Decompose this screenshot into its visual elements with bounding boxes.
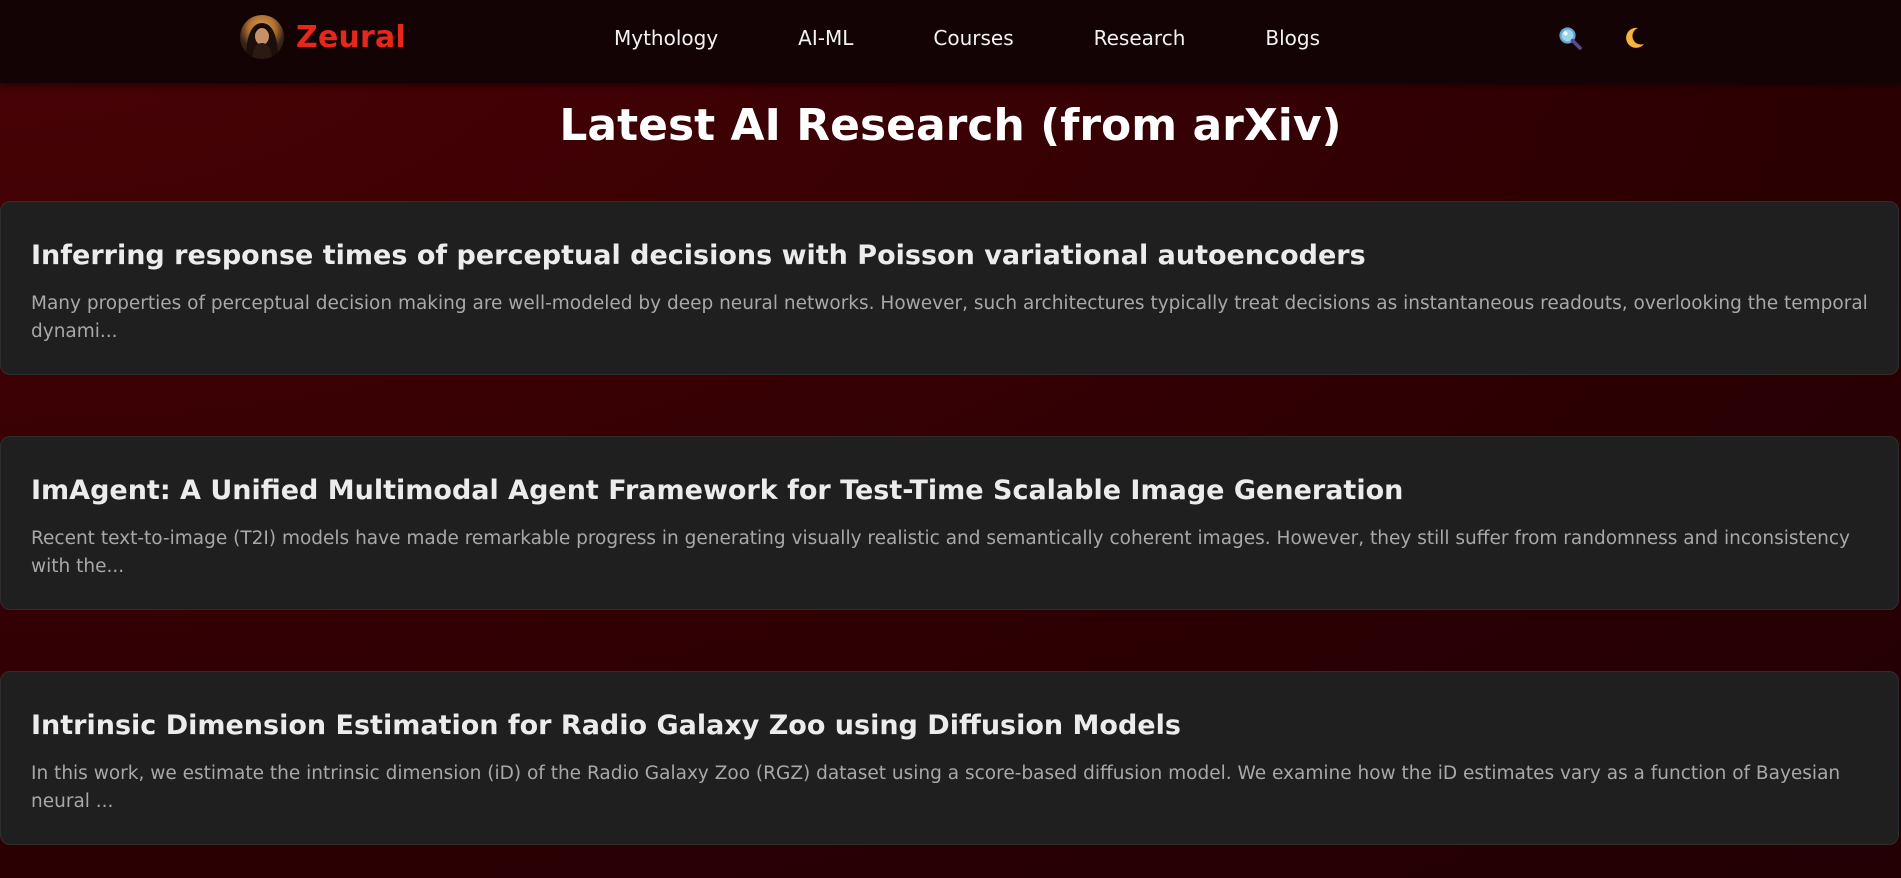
- paper-card[interactable]: Inferring response times of perceptual d…: [0, 201, 1899, 375]
- nav-link-research[interactable]: Research: [1094, 26, 1186, 50]
- brand-logo-link[interactable]: Zeural: [240, 14, 406, 60]
- moon-icon: [1626, 27, 1644, 48]
- paper-summary: In this work, we estimate the intrinsic …: [31, 763, 1841, 812]
- navbar: Zeural Mythology AI-ML Courses Research …: [0, 0, 1901, 83]
- avatar-logo-icon: [240, 15, 284, 59]
- nav-link-mythology[interactable]: Mythology: [614, 26, 718, 50]
- main-nav: Mythology AI-ML Courses Research Blogs: [614, 23, 1320, 53]
- theme-toggle-button[interactable]: [1619, 22, 1649, 54]
- paper-card[interactable]: ImAgent: A Unified Multimodal Agent Fram…: [0, 436, 1899, 610]
- search-icon: [1559, 27, 1582, 50]
- nav-link-blogs[interactable]: Blogs: [1265, 26, 1320, 50]
- paper-title[interactable]: Inferring response times of perceptual d…: [31, 236, 1868, 276]
- paper-summary: Many properties of perceptual decision m…: [31, 293, 1868, 342]
- paper-title[interactable]: ImAgent: A Unified Multimodal Agent Fram…: [31, 471, 1868, 511]
- page-title: Latest AI Research (from arXiv): [559, 100, 1342, 151]
- nav-link-ai-ml[interactable]: AI-ML: [798, 26, 853, 50]
- paper-title[interactable]: Intrinsic Dimension Estimation for Radio…: [31, 706, 1868, 746]
- paper-card[interactable]: Intrinsic Dimension Estimation for Radio…: [0, 671, 1899, 845]
- paper-summary: Recent text-to-image (T2I) models have m…: [31, 528, 1850, 577]
- search-button[interactable]: [1555, 22, 1585, 54]
- nav-link-courses[interactable]: Courses: [933, 26, 1013, 50]
- brand-name: Zeural: [296, 19, 406, 55]
